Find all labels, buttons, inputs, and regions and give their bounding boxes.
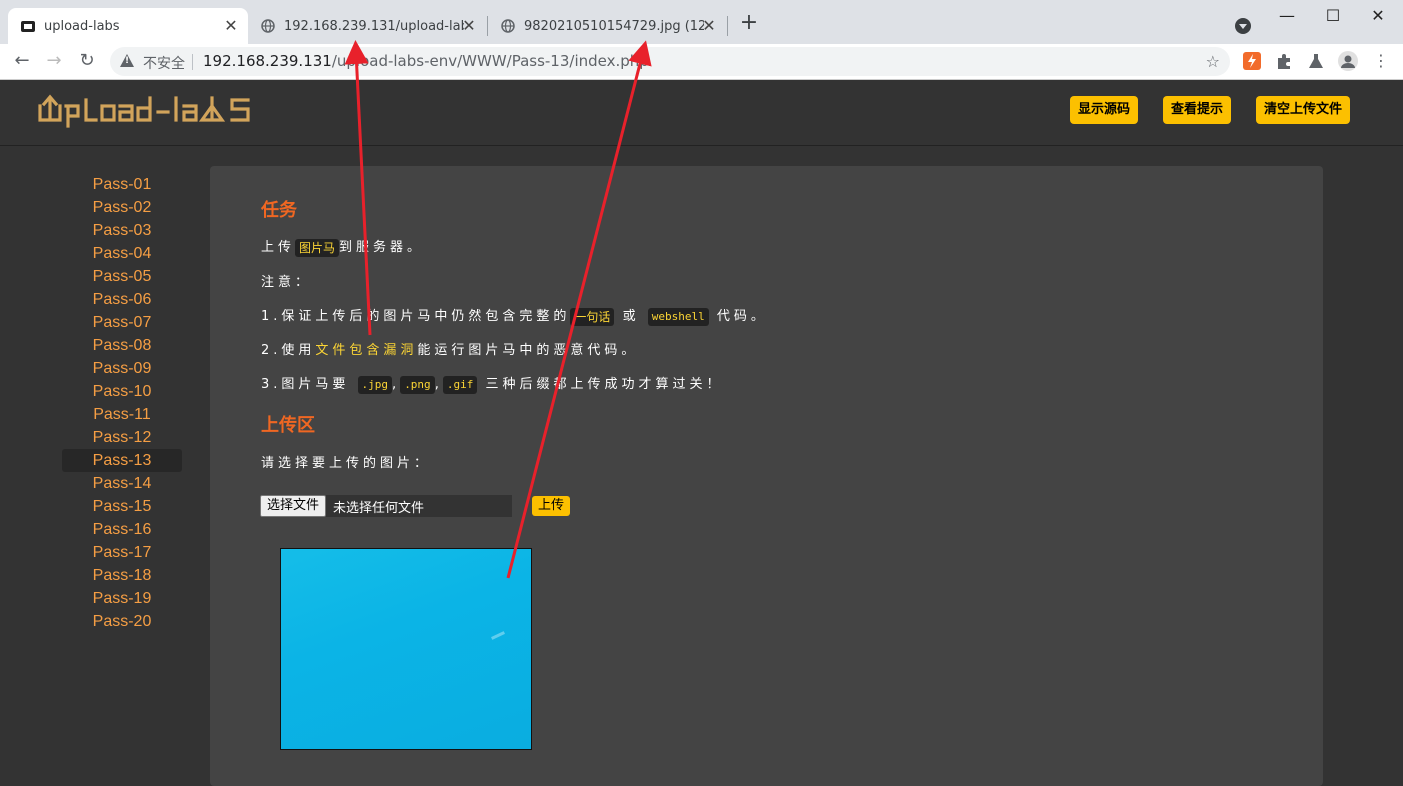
code-tag: .gif <box>442 375 478 394</box>
close-tab-icon[interactable]: ✕ <box>222 17 240 35</box>
address-bar[interactable]: ! 不安全 192.168.239.131/upload-labs-env/WW… <box>110 47 1230 76</box>
puzzle-icon[interactable] <box>1275 52 1293 70</box>
text: 1.保证上传后的图片马中仍然包含完整的 <box>261 309 571 324</box>
bookmark-star-icon[interactable]: ☆ <box>1206 52 1220 71</box>
sidebar-item-pass-09[interactable]: Pass-09 <box>62 357 182 380</box>
sidebar-item-pass-16[interactable]: Pass-16 <box>62 518 182 541</box>
highlight-text: 文件包含漏洞 <box>315 343 418 358</box>
close-tab-icon[interactable]: ✕ <box>700 17 718 35</box>
upload-prompt: 请选择要上传的图片： <box>261 456 432 471</box>
text: 代码。 <box>716 309 768 324</box>
tab-title: upload-labs <box>44 18 120 34</box>
code-tag: 图片马 <box>295 238 340 257</box>
task-line-1: 上传 图片马 到服务器。 <box>261 236 424 257</box>
address-divider <box>192 54 193 70</box>
sidebar-item-pass-19[interactable]: Pass-19 <box>62 587 182 610</box>
code-tag: .jpg <box>357 375 393 394</box>
task-title: 任务 <box>261 200 297 221</box>
sidebar-item-pass-10[interactable]: Pass-10 <box>62 380 182 403</box>
code-tag: 一句话 <box>570 307 615 326</box>
code-tag: webshell <box>647 307 709 326</box>
security-label[interactable]: 不安全 <box>143 53 185 73</box>
tab-image-jpg[interactable]: 9820210510154729.jpg (122× ✕ <box>488 8 726 44</box>
clear-uploads-button[interactable]: 清空上传文件 <box>1256 96 1351 124</box>
upload-submit-button[interactable]: 上传 <box>532 496 571 516</box>
upload-title: 上传区 <box>261 415 315 436</box>
choose-file-button[interactable]: 选择文件 <box>260 495 327 517</box>
sidebar-item-pass-11[interactable]: Pass-11 <box>62 403 182 426</box>
sidebar-item-pass-12[interactable]: Pass-12 <box>62 426 182 449</box>
sidebar-item-pass-08[interactable]: Pass-08 <box>62 334 182 357</box>
tab-upload-labs-env[interactable]: 192.168.239.131/upload-labs-e ✕ <box>248 8 486 44</box>
uploaded-image-preview <box>280 548 532 750</box>
sidebar-item-pass-07[interactable]: Pass-07 <box>62 311 182 334</box>
text: 三种后缀都上传成功才算过关！ <box>485 377 724 392</box>
tab-divider <box>727 16 728 36</box>
sidebar-item-pass-04[interactable]: Pass-04 <box>62 242 182 265</box>
text: 能运行图片马中的恶意代码。 <box>417 343 639 358</box>
site-header: 显示源码 查看提示 清空上传文件 <box>0 80 1403 146</box>
main-panel: 任务 上传 图片马 到服务器。 注意： 1.保证上传后的图片马中仍然包含完整的 一句话… <box>210 166 1323 786</box>
minimize-button[interactable]: — <box>1272 4 1302 28</box>
sidebar-item-pass-02[interactable]: Pass-02 <box>62 196 182 219</box>
text: , <box>434 377 443 392</box>
flask-icon[interactable] <box>1307 52 1325 70</box>
show-source-button[interactable]: 显示源码 <box>1070 96 1139 124</box>
file-input[interactable]: 选择文件 未选择任何文件 <box>260 495 512 517</box>
sidebar-item-pass-18[interactable]: Pass-18 <box>62 564 182 587</box>
menu-kebab-icon[interactable]: ⋮ <box>1372 52 1390 70</box>
maximize-button[interactable]: ☐ <box>1318 4 1348 28</box>
note-1: 1.保证上传后的图片马中仍然包含完整的 一句话 或 webshell 代码。 <box>261 305 768 326</box>
text: 到服务器。 <box>339 240 425 255</box>
code-tag: .png <box>400 375 435 394</box>
sidebar-item-pass-06[interactable]: Pass-06 <box>62 288 182 311</box>
sidebar-item-pass-05[interactable]: Pass-05 <box>62 265 182 288</box>
reload-button[interactable]: ↻ <box>76 50 98 72</box>
tab-search-icon[interactable] <box>1235 18 1251 34</box>
sidebar-item-pass-14[interactable]: Pass-14 <box>62 472 182 495</box>
globe-icon <box>500 18 516 34</box>
close-window-button[interactable]: ✕ <box>1363 4 1393 28</box>
page: 显示源码 查看提示 清空上传文件 Pass-01 Pass-02 Pass-03 Pa… <box>0 80 1403 786</box>
show-hint-button[interactable]: 查看提示 <box>1163 96 1232 124</box>
sidebar-item-pass-03[interactable]: Pass-03 <box>62 219 182 242</box>
upload-labs-logo <box>38 92 268 132</box>
url-path: /upload-labs-env/WWW/Pass-13/index.php <box>331 52 649 70</box>
url-text[interactable]: 192.168.239.131/upload-labs-env/WWW/Pass… <box>203 52 649 70</box>
note-2: 2.使用文件包含漏洞能运行图片马中的恶意代码。 <box>261 339 638 358</box>
sidebar-item-pass-13[interactable]: Pass-13 <box>62 449 182 472</box>
sidebar-item-pass-15[interactable]: Pass-15 <box>62 495 182 518</box>
text: 3.图片马要 <box>261 377 350 392</box>
browser-toolbar: ← → ↻ ! 不安全 192.168.239.131/upload-labs-… <box>0 44 1403 80</box>
browser-tab-bar: upload-labs ✕ 192.168.239.131/upload-lab… <box>0 0 1403 44</box>
tab-upload-labs[interactable]: upload-labs ✕ <box>8 8 248 44</box>
new-tab-button[interactable]: + <box>738 12 760 35</box>
tab-title: 192.168.239.131/upload-labs-e <box>284 18 464 34</box>
note-label: 注意： <box>261 275 313 290</box>
extension-icon[interactable] <box>1243 52 1261 70</box>
close-tab-icon[interactable]: ✕ <box>460 17 478 35</box>
text: 2.使用 <box>261 343 316 358</box>
warning-icon[interactable]: ! <box>120 54 134 67</box>
text: , <box>392 377 401 392</box>
note-3: 3.图片马要 .jpg, .png, .gif 三种后缀都上传成功才算过关！ <box>261 373 723 394</box>
text: 上传 <box>261 240 296 255</box>
back-button[interactable]: ← <box>11 50 33 72</box>
sidebar-item-pass-01[interactable]: Pass-01 <box>62 173 182 196</box>
sidebar-item-pass-17[interactable]: Pass-17 <box>62 541 182 564</box>
tab-title: 9820210510154729.jpg (122× <box>524 18 704 34</box>
globe-icon <box>260 18 276 34</box>
url-host: 192.168.239.131 <box>203 52 332 70</box>
pass-sidebar: Pass-01 Pass-02 Pass-03 Pass-04 Pass-05 Pass-… <box>62 173 182 633</box>
profile-avatar[interactable] <box>1338 51 1358 71</box>
sidebar-item-pass-20[interactable]: Pass-20 <box>62 610 182 633</box>
file-status-text: 未选择任何文件 <box>333 501 425 516</box>
upload-labs-favicon <box>20 18 36 34</box>
forward-button[interactable]: → <box>43 50 65 72</box>
text: 或 <box>622 309 640 324</box>
